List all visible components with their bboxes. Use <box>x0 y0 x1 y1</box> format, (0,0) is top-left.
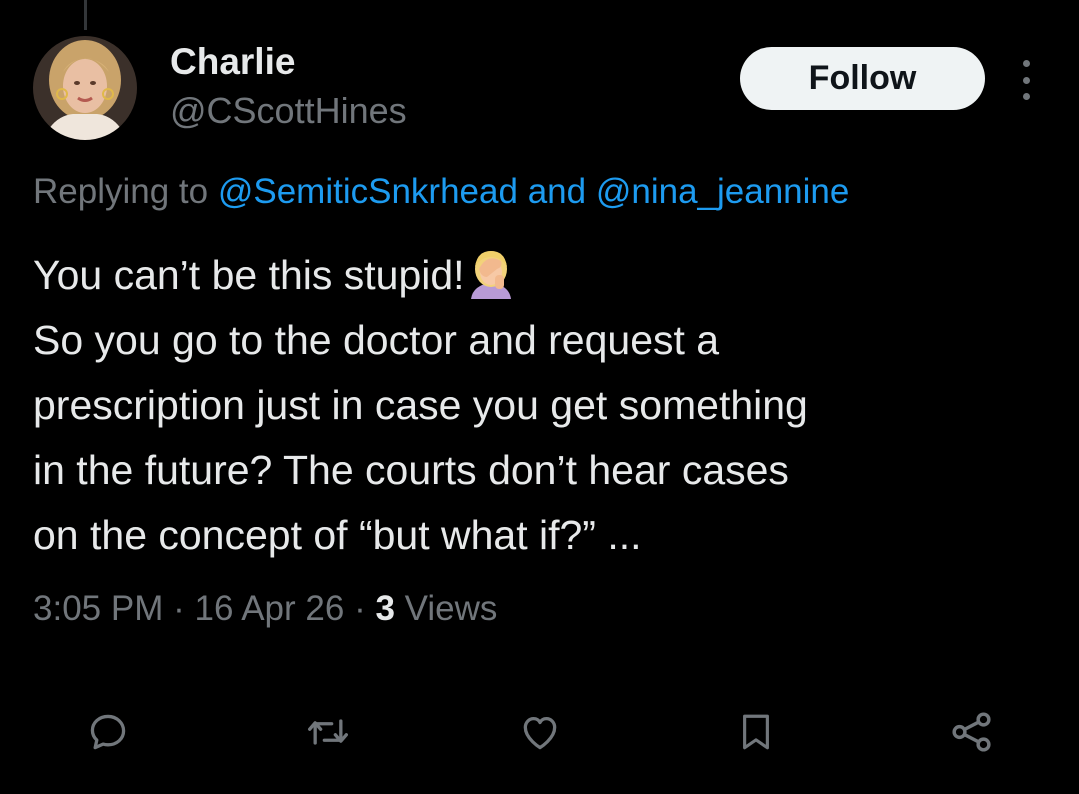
replying-to: Replying to @SemiticSnkrhead and @nina_j… <box>33 169 849 215</box>
reply-handle-2[interactable]: @nina_jeannine <box>596 172 850 211</box>
view-count: 3 <box>375 589 395 628</box>
dot <box>1022 93 1030 100</box>
tweet-body: You can’t be this stupid! So you go to t… <box>33 243 1053 568</box>
reply-icon <box>90 714 126 750</box>
author-name[interactable]: Charlie <box>170 40 295 84</box>
tweet-meta: 3:05 PM · 16 Apr 26 · 3 Views <box>33 586 497 632</box>
more-options-icon[interactable] <box>1014 60 1038 100</box>
reply-conjunction[interactable]: and <box>528 172 586 211</box>
action-bar <box>0 700 1079 764</box>
dot <box>1022 76 1030 84</box>
tweet-line-3: prescription just in case you get someth… <box>33 382 808 428</box>
follow-button[interactable]: Follow <box>740 47 985 110</box>
avatar-photo-icon <box>33 36 137 140</box>
heart-icon <box>523 716 557 750</box>
tweet-line-1-text: You can’t be this stupid! <box>33 252 465 298</box>
tweet-line-2: So you go to the doctor and request a <box>33 317 720 363</box>
separator-dot: · <box>354 589 366 628</box>
tweet-date[interactable]: 16 Apr 26 <box>194 589 344 628</box>
bookmark-icon <box>743 714 769 750</box>
separator-dot: · <box>173 589 185 628</box>
dot <box>1022 60 1030 67</box>
reply-handle-1[interactable]: @SemiticSnkrhead <box>218 172 518 211</box>
face-palm-emoji-icon <box>470 251 511 299</box>
replying-prefix: Replying to <box>33 172 209 211</box>
bookmark-button[interactable] <box>728 704 784 760</box>
tweet-line-4: in the future? The courts don’t hear cas… <box>33 447 789 493</box>
retweet-button[interactable] <box>300 704 356 760</box>
share-icon <box>952 712 991 752</box>
avatar[interactable] <box>33 36 137 140</box>
author-handle[interactable]: @CScottHines <box>170 89 407 133</box>
tweet-time[interactable]: 3:05 PM <box>33 589 163 628</box>
reply-button[interactable] <box>80 704 136 760</box>
retweet-icon <box>308 719 348 745</box>
views-label: Views <box>404 589 498 628</box>
tweet-line-1: You can’t be this stupid! <box>33 243 1053 308</box>
thread-connector-line <box>84 0 87 30</box>
share-button[interactable] <box>944 704 1000 760</box>
tweet-line-5: on the concept of “but what if?” ... <box>33 512 642 558</box>
like-button[interactable] <box>512 704 568 760</box>
